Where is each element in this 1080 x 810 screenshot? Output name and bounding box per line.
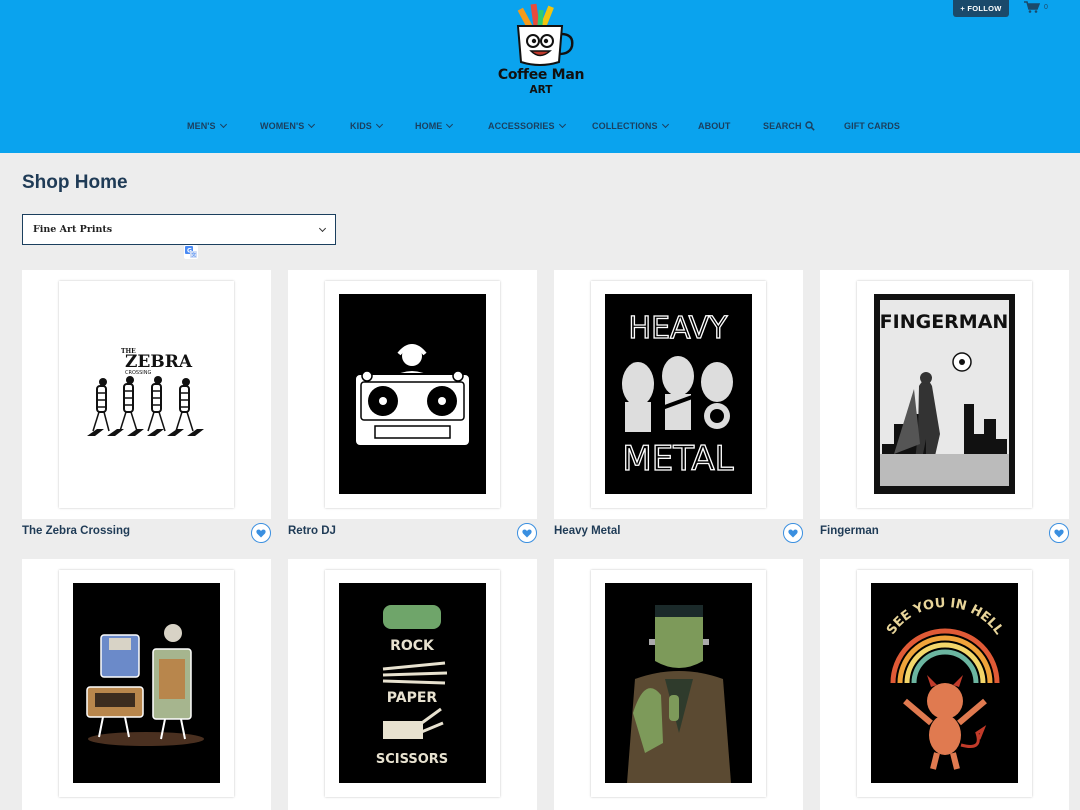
product-art-retro-dj — [339, 294, 486, 494]
brand-name: Coffee Man — [497, 67, 585, 83]
product-print — [59, 570, 234, 797]
product-art-heavy-metal: HEAVY METAL — [605, 294, 752, 494]
nav-label: SEARCH — [763, 121, 802, 131]
product-card[interactable]: HEAVY METAL — [554, 270, 803, 519]
product-print — [325, 281, 500, 508]
svg-text:SCISSORS: SCISSORS — [376, 752, 448, 767]
product-title[interactable]: Heavy Metal — [554, 525, 620, 537]
nav-kids[interactable]: KIDS — [350, 120, 383, 131]
page-title: Shop Home — [22, 172, 128, 193]
nav-label: WOMEN'S — [260, 121, 305, 131]
nav-label: HOME — [415, 121, 443, 131]
category-select[interactable]: Fine Art Prints — [22, 214, 336, 245]
nav-accessories[interactable]: ACCESSORIES — [488, 120, 566, 131]
heart-icon — [256, 528, 266, 537]
product-title[interactable]: Retro DJ — [288, 525, 336, 537]
nav-label: COLLECTIONS — [592, 121, 658, 131]
product-card[interactable]: THE ZEBRA CROSSING — [22, 270, 271, 519]
svg-text:FINGERMAN: FINGERMAN — [880, 311, 1009, 333]
chevron-down-icon — [446, 120, 454, 129]
chevron-down-icon — [219, 120, 227, 129]
nav-label: MEN'S — [187, 121, 216, 131]
chevron-down-icon — [318, 224, 327, 233]
svg-text:PAPER: PAPER — [387, 690, 438, 706]
product-art-rock-paper-scissors: ROCK PAPER SCISSORS — [339, 583, 486, 783]
heart-icon — [788, 528, 798, 537]
product-art-see-you-in-hell: SEE YOU IN HELL — [871, 583, 1018, 783]
chevron-down-icon — [375, 120, 383, 129]
chevron-down-icon — [558, 120, 566, 129]
product-card[interactable] — [22, 559, 271, 810]
main-nav: MEN'S WOMEN'S KIDS HOME ACCESSORIES COLL… — [0, 120, 1080, 135]
product-card[interactable]: SEE YOU IN HELL — [820, 559, 1069, 810]
nav-mens[interactable]: MEN'S — [187, 120, 227, 131]
product-title[interactable]: Fingerman — [820, 525, 879, 537]
nav-label: ACCESSORIES — [488, 121, 555, 131]
heart-icon — [1054, 528, 1064, 537]
follow-button[interactable]: + FOLLOW — [953, 0, 1009, 17]
product-art-retro-tech — [73, 583, 220, 783]
chevron-down-icon — [661, 120, 669, 129]
nav-label: ABOUT — [698, 121, 731, 131]
cart-count: 0 — [1044, 3, 1048, 11]
product-print: ROCK PAPER SCISSORS — [325, 570, 500, 797]
search-icon — [804, 121, 815, 131]
product-art-fingerman: FINGERMAN — [874, 294, 1015, 494]
svg-text:CROSSING: CROSSING — [125, 370, 151, 376]
translate-icon[interactable]: G 文 — [183, 244, 199, 260]
product-card[interactable] — [554, 559, 803, 810]
product-print — [591, 570, 766, 797]
svg-text:文: 文 — [191, 252, 196, 259]
nav-label: KIDS — [350, 121, 372, 131]
product-print: FINGERMAN — [857, 281, 1032, 508]
favorite-button[interactable] — [783, 523, 803, 543]
brand-subname: ART — [529, 84, 553, 96]
product-card[interactable]: ROCK PAPER SCISSORS — [288, 559, 537, 810]
cart-button[interactable]: 0 — [1024, 1, 1048, 13]
product-print: THE ZEBRA CROSSING — [59, 281, 234, 508]
category-select-value: Fine Art Prints — [33, 224, 113, 235]
favorite-button[interactable] — [251, 523, 271, 543]
product-card[interactable]: FINGERMAN — [820, 270, 1069, 519]
nav-about[interactable]: ABOUT — [698, 121, 731, 131]
nav-gift-cards[interactable]: GIFT CARDS — [844, 121, 900, 131]
nav-collections[interactable]: COLLECTIONS — [592, 120, 669, 131]
site-logo[interactable]: Coffee Man ART — [494, 0, 588, 102]
site-header: + FOLLOW 0 Coffee Man ART MEN'S WOMEN'S … — [0, 0, 1080, 153]
svg-text:ROCK: ROCK — [390, 638, 435, 654]
favorite-button[interactable] — [1049, 523, 1069, 543]
svg-text:HEAVY: HEAVY — [629, 311, 729, 346]
product-title[interactable]: The Zebra Crossing — [22, 525, 130, 537]
product-card[interactable] — [288, 270, 537, 519]
nav-womens[interactable]: WOMEN'S — [260, 120, 316, 131]
svg-text:ZEBRA: ZEBRA — [125, 352, 193, 372]
coffee-cup-mascot-icon — [516, 3, 574, 66]
svg-text:METAL: METAL — [622, 439, 733, 479]
nav-label: GIFT CARDS — [844, 121, 900, 131]
nav-search[interactable]: SEARCH — [763, 121, 815, 131]
cart-icon — [1024, 1, 1040, 13]
product-print: SEE YOU IN HELL — [857, 570, 1032, 797]
chevron-down-icon — [308, 120, 316, 129]
favorite-button[interactable] — [517, 523, 537, 543]
product-print: HEAVY METAL — [591, 281, 766, 508]
heart-icon — [522, 528, 532, 537]
product-art-frankenstein — [605, 583, 752, 783]
product-art-zebra-crossing: THE ZEBRA CROSSING — [87, 348, 204, 436]
nav-home[interactable]: HOME — [415, 120, 454, 131]
